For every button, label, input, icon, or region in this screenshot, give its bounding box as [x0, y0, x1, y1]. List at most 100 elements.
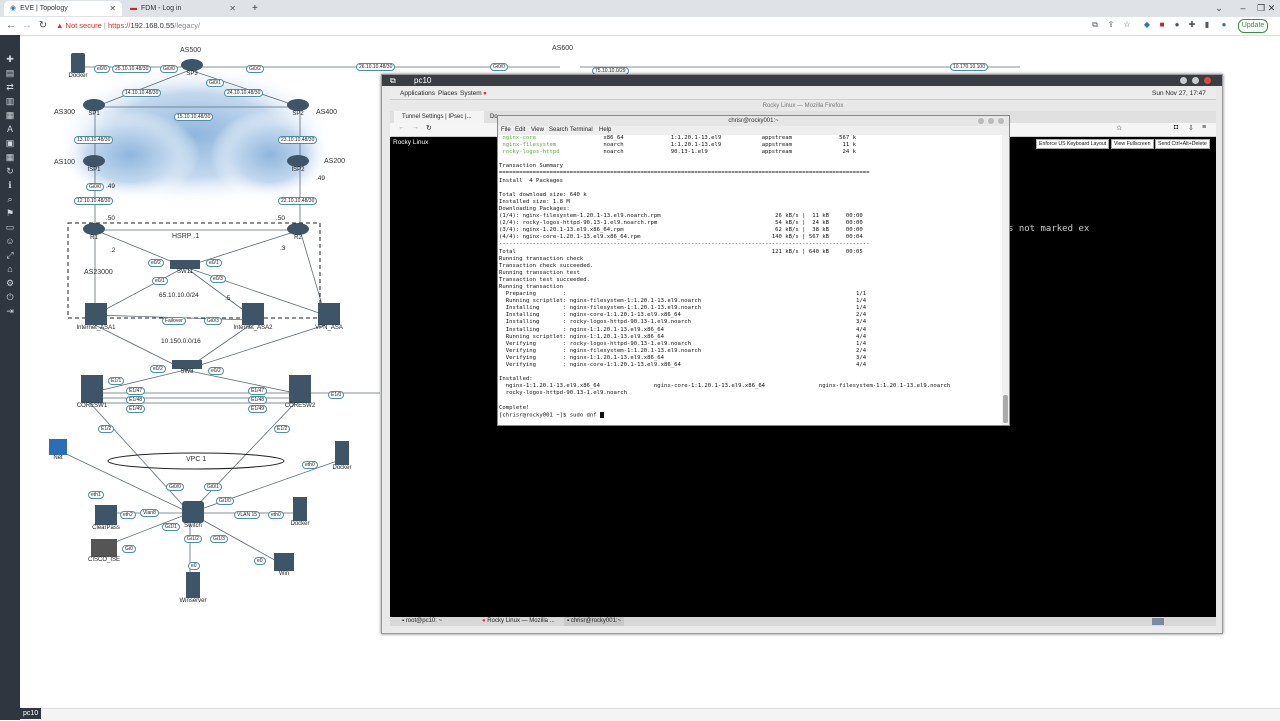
text-icon[interactable]: A: [4, 123, 16, 135]
lock-icon[interactable]: ▣: [4, 137, 16, 149]
download-icon[interactable]: ⇩: [1188, 124, 1194, 132]
maximize-icon[interactable]: [1192, 77, 1199, 84]
clock[interactable]: Sun Nov 27, 17:47: [1152, 88, 1206, 99]
sp2-router[interactable]: SP2: [286, 99, 310, 117]
refresh-icon[interactable]: ↻: [4, 165, 16, 177]
extension-blue-icon[interactable]: ◆: [1141, 19, 1153, 31]
internet-asa2-firewall[interactable]: Internet_ASA2: [232, 303, 274, 331]
networks-icon[interactable]: ⇄: [4, 81, 16, 93]
internet-asa1-firewall[interactable]: Internet_ASA1: [76, 303, 116, 331]
forward-icon[interactable]: →: [20, 18, 34, 34]
places-menu[interactable]: Places: [438, 88, 458, 99]
vpn-asa-firewall[interactable]: VPN_ASA: [312, 303, 346, 331]
update-button[interactable]: Update: [1238, 19, 1268, 33]
system-menu[interactable]: System: [460, 88, 482, 99]
sw8-switch[interactable]: SW8: [170, 360, 204, 375]
close-icon[interactable]: [1204, 77, 1211, 84]
share-icon[interactable]: ⇪: [1105, 19, 1117, 31]
menu-file[interactable]: File: [501, 126, 511, 135]
taskbar-item-chrisr-terminal[interactable]: ▪ chrisr@rocky001:~: [564, 617, 625, 626]
menu-icon[interactable]: ≡: [1202, 124, 1206, 131]
open-in-app-icon[interactable]: ⧉: [1089, 19, 1101, 31]
url-bar[interactable]: ▲ Not secure | https://192.168.0.55/lega…: [56, 20, 200, 32]
close-icon[interactable]: [998, 118, 1004, 124]
terminal-output[interactable]: nginx-core x86_64 1:1.20.1-13.el9 appstr…: [498, 135, 1003, 425]
reload-icon[interactable]: ↻: [36, 18, 50, 34]
minimize-icon[interactable]: [1180, 77, 1187, 84]
view-fullscreen-button[interactable]: View Fullscreen: [1111, 139, 1154, 149]
applications-menu[interactable]: Applications: [400, 88, 435, 99]
workspace-switcher-icon[interactable]: [1152, 618, 1164, 625]
terminal-window[interactable]: chrisr@rocky001:~ File Edit View Search …: [497, 115, 1010, 426]
terminal-titlebar[interactable]: chrisr@rocky001:~: [498, 116, 1009, 126]
taskbar-item-firefox[interactable]: ● Rocky Linux — Mozilla ...: [482, 617, 555, 626]
docker-node[interactable]: Docker: [66, 53, 90, 79]
fullscreen-icon[interactable]: ⤢: [4, 249, 16, 261]
settings-icon[interactable]: ⚙: [4, 277, 16, 289]
profile-avatar-icon[interactable]: ●: [1218, 19, 1230, 31]
r1-router[interactable]: R1: [82, 223, 106, 241]
zoom-icon[interactable]: ⌕: [4, 193, 16, 205]
docker-node[interactable]: Docker: [286, 497, 314, 527]
firefox-tab-tunnel-settings[interactable]: Tunnel Settings | IPsec |...: [394, 111, 484, 123]
switch-node[interactable]: Switch: [178, 501, 208, 529]
pc10-titlebar[interactable]: ⧉ pc10: [382, 75, 1222, 86]
menu-help[interactable]: Help: [599, 126, 611, 135]
menu-view[interactable]: View: [531, 126, 544, 135]
reload-icon[interactable]: ↻: [426, 124, 432, 132]
new-tab-button[interactable]: +: [246, 1, 262, 16]
winserver-node[interactable]: Winserver: [176, 572, 210, 604]
logout-icon[interactable]: ⇥: [4, 305, 16, 317]
isp1-router[interactable]: ISP1: [82, 155, 106, 173]
cisco-ise-node[interactable]: CISCO_ISE: [86, 539, 122, 563]
clearpass-node[interactable]: ClearPass: [88, 505, 124, 531]
user-icon[interactable]: ☺: [4, 235, 16, 247]
console-tab-pc10[interactable]: pc10: [20, 708, 42, 719]
sw11-switch[interactable]: SW11: [168, 260, 202, 275]
firefox-tab[interactable]: Do: [486, 111, 498, 123]
coresw2-switch[interactable]: CORESW2: [282, 375, 318, 409]
pocket-icon[interactable]: ◘: [1174, 124, 1178, 131]
forward-icon[interactable]: →: [412, 124, 419, 131]
menu-edit[interactable]: Edit: [515, 126, 525, 135]
tab-search-icon[interactable]: ⌄: [1207, 0, 1231, 17]
info-icon[interactable]: ℹ: [4, 179, 16, 191]
close-window-icon[interactable]: ✕: [1263, 0, 1280, 17]
nodes-icon[interactable]: ▤: [4, 67, 16, 79]
bookmark-star-icon[interactable]: ☆: [1116, 124, 1122, 132]
terminal-scrollbar[interactable]: [1002, 135, 1009, 425]
power-icon[interactable]: ⏻: [4, 291, 16, 303]
extension-red-icon[interactable]: ■: [1156, 19, 1168, 31]
isp2-router[interactable]: ISP2: [286, 155, 310, 173]
taskbar-item-root-terminal[interactable]: ▪ root@pc10: ~: [402, 617, 442, 626]
scrollbar-thumb[interactable]: [1003, 395, 1008, 423]
grid-icon[interactable]: ▦: [4, 151, 16, 163]
status-icon[interactable]: ⚑: [4, 207, 16, 219]
r2-router[interactable]: R2: [286, 223, 310, 241]
close-icon[interactable]: ✕: [229, 1, 236, 16]
close-icon[interactable]: ✕: [109, 1, 116, 16]
docker-node[interactable]: Docker: [328, 441, 356, 471]
menu-terminal[interactable]: Terminal: [570, 126, 593, 135]
back-icon[interactable]: ←: [398, 124, 405, 131]
bookmark-star-icon[interactable]: ☆: [1121, 19, 1133, 31]
minimize-icon[interactable]: [978, 118, 984, 124]
sp1-router[interactable]: SP1: [82, 99, 106, 117]
chat-icon[interactable]: ▭: [4, 221, 16, 233]
tab-fdm-login[interactable]: ▬ FDM - Log in ✕: [124, 1, 242, 16]
send-ctrl-alt-delete-button[interactable]: Send Ctrl+Alt+Delete: [1155, 139, 1210, 149]
firefox-launcher-icon[interactable]: ●: [483, 88, 487, 99]
sp3-router[interactable]: SP3: [180, 59, 204, 77]
maximize-icon[interactable]: [988, 118, 994, 124]
startup-config-icon[interactable]: ▥: [4, 95, 16, 107]
enforce-us-keyboard-button[interactable]: Enforce US Keyboard Layout: [1036, 139, 1110, 149]
tab-eve-topology[interactable]: ◉ EVE | Topology ✕: [4, 1, 122, 16]
back-icon[interactable]: ←: [4, 18, 18, 34]
sidebar-toggle-icon[interactable]: ▮: [1201, 19, 1213, 31]
net-cloud-node[interactable]: Net: [44, 439, 72, 461]
add-object-icon[interactable]: ✚: [4, 53, 16, 65]
extensions-puzzle-icon[interactable]: ✚: [1186, 19, 1198, 31]
picture-icon[interactable]: ▦: [4, 109, 16, 121]
menu-search[interactable]: Search: [549, 126, 568, 135]
win-node[interactable]: Win: [270, 553, 298, 577]
